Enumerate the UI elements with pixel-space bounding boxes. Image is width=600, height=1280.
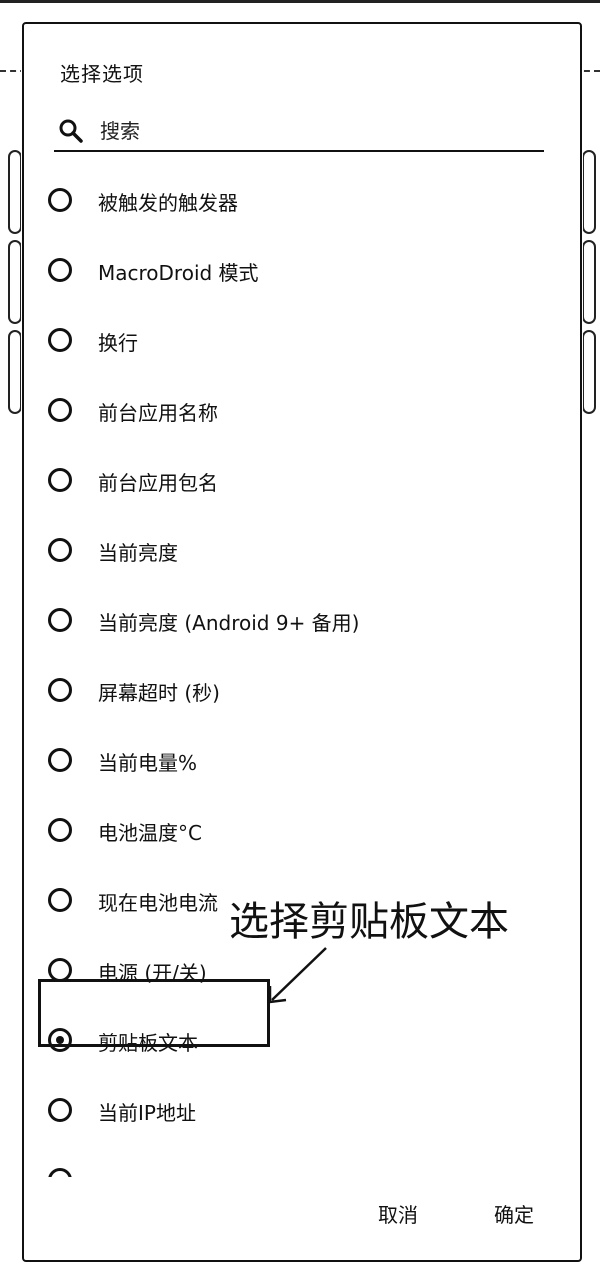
option-item[interactable]: 前台应用名称 [24, 377, 580, 447]
search-input[interactable] [98, 114, 522, 148]
option-label: 前台应用包名 [98, 471, 218, 495]
option-item[interactable]: 被触发的触发器 [24, 167, 580, 237]
cancel-button[interactable]: 取消 [372, 1198, 424, 1229]
radio-button[interactable] [48, 1168, 72, 1177]
background-card [582, 240, 596, 324]
option-label: 电池温度°C [98, 821, 202, 845]
option-label: 被触发的触发器 [98, 191, 238, 215]
option-item[interactable]: 当前亮度 [24, 517, 580, 587]
option-label: 现在电池电流 [98, 891, 218, 915]
background-card [582, 150, 596, 234]
option-item[interactable]: 换行 [24, 307, 580, 377]
background-card [8, 330, 22, 414]
annotation-text: 选择剪贴板文本 [229, 899, 509, 945]
radio-button[interactable] [48, 1098, 72, 1122]
radio-button[interactable] [48, 748, 72, 772]
radio-button[interactable] [48, 468, 72, 492]
background-card [8, 240, 22, 324]
option-item[interactable]: 当前IP地址 [24, 1077, 580, 1147]
background-card [582, 330, 596, 414]
radio-button[interactable] [48, 538, 72, 562]
option-item[interactable]: MacroDroid 模式 [24, 237, 580, 307]
option-label: 当前IP地址 [98, 1101, 196, 1125]
ok-button[interactable]: 确定 [488, 1198, 540, 1229]
option-item[interactable]: 前台应用包名 [24, 447, 580, 517]
option-item[interactable]: 当前电量% [24, 727, 580, 797]
option-item[interactable]: 电池温度°C [24, 797, 580, 867]
search-icon [59, 119, 83, 143]
option-item-partial[interactable] [24, 1147, 580, 1177]
annotation-highlight-box [38, 979, 270, 1047]
option-label: 前台应用名称 [98, 401, 218, 425]
radio-button[interactable] [48, 608, 72, 632]
background-card [8, 150, 22, 234]
background-top-edge [0, 0, 600, 3]
option-label: 换行 [98, 331, 138, 355]
option-item[interactable]: 当前亮度 (Android 9+ 备用) [24, 587, 580, 657]
option-label: MacroDroid 模式 [98, 261, 259, 285]
option-label: 屏幕超时 (秒) [98, 681, 220, 705]
radio-button[interactable] [48, 188, 72, 212]
search-bar[interactable] [54, 112, 544, 152]
dialog-title: 选择选项 [60, 62, 144, 86]
radio-button[interactable] [48, 328, 72, 352]
radio-button[interactable] [48, 398, 72, 422]
annotation-arrow-icon [268, 947, 327, 1004]
select-option-dialog: 选择选项 被触发的触发器 MacroDroid 模式 换行 前台应用名称 前台应… [22, 22, 582, 1262]
option-label: 当前电量% [98, 751, 198, 775]
dialog-actions: 取消 确定 [24, 1184, 580, 1244]
option-label: 当前亮度 (Android 9+ 备用) [98, 611, 360, 635]
radio-button[interactable] [48, 258, 72, 282]
radio-button[interactable] [48, 678, 72, 702]
radio-button[interactable] [48, 888, 72, 912]
radio-button[interactable] [48, 818, 72, 842]
option-label: 当前亮度 [98, 541, 178, 565]
option-item[interactable]: 屏幕超时 (秒) [24, 657, 580, 727]
